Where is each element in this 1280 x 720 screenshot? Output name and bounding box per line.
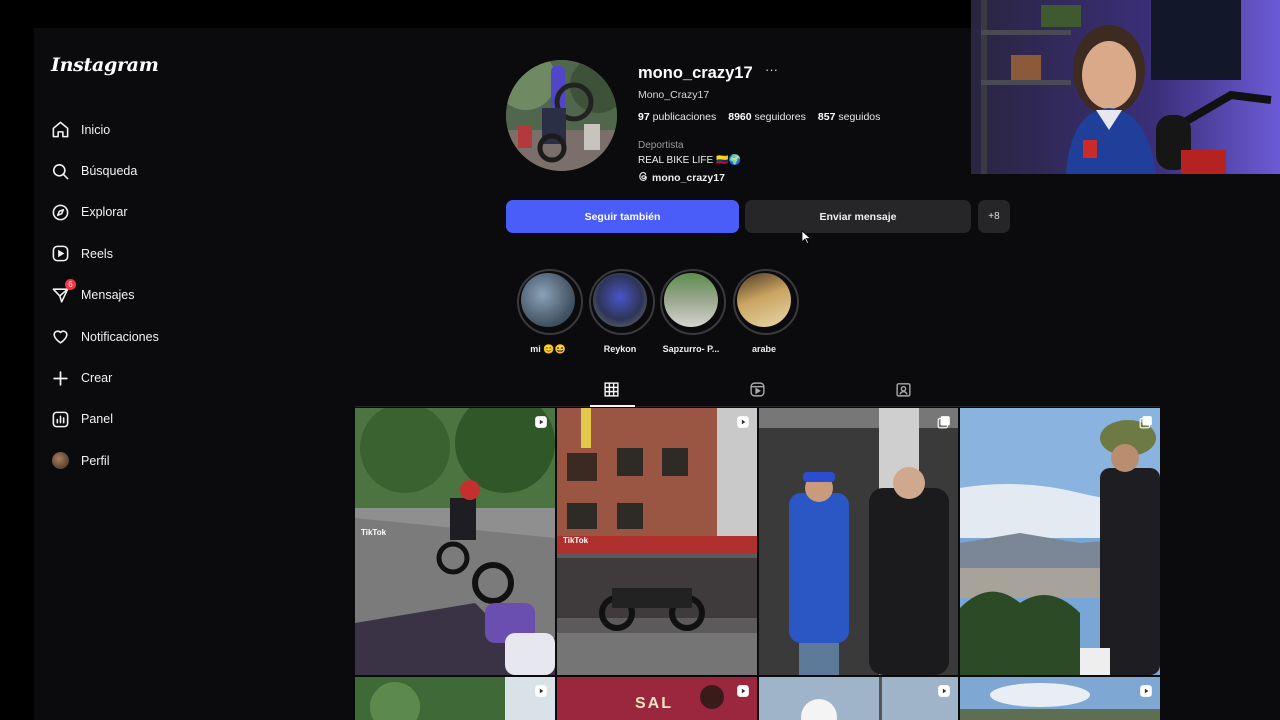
mouse-cursor-icon xyxy=(801,230,812,249)
reel-badge-icon xyxy=(736,684,750,698)
profile-category: Deportista xyxy=(638,140,684,151)
sidebar-item-label: Notificaciones xyxy=(81,329,159,344)
compass-icon xyxy=(50,202,70,222)
dashboard-icon xyxy=(50,409,70,429)
post-thumbnail[interactable]: TikTok xyxy=(355,408,555,675)
post-thumbnail[interactable] xyxy=(759,408,958,675)
following-stat[interactable]: 857 seguidos xyxy=(818,111,880,123)
sidebar-item-label: Inicio xyxy=(81,122,111,137)
highlight-label: mi 😊😆 xyxy=(530,344,566,354)
sidebar-item-label: Reels xyxy=(81,246,113,261)
story-highlight[interactable]: Reykon xyxy=(589,269,655,354)
post-thumbnail[interactable] xyxy=(759,677,958,720)
threads-handle: mono_crazy17 xyxy=(652,172,725,184)
more-options-icon[interactable]: ··· xyxy=(765,62,778,77)
post-overlay-text: TikTok xyxy=(563,536,589,545)
post-thumbnail[interactable] xyxy=(355,677,555,720)
sidebar-item-label: Búsqueda xyxy=(81,164,138,179)
reels-icon xyxy=(50,244,70,264)
profile-username: mono_crazy17 xyxy=(638,64,753,82)
sidebar-item-label: Perfil xyxy=(81,453,110,468)
threads-icon xyxy=(638,171,649,185)
instagram-logo[interactable]: Instagram xyxy=(51,54,159,76)
posts-grid: TikTok TikTok SAL xyxy=(355,408,1160,720)
story-highlight[interactable]: mi 😊😆 xyxy=(517,269,583,355)
active-tab-indicator xyxy=(590,405,635,407)
post-thumbnail[interactable] xyxy=(960,408,1160,675)
tab-posts[interactable] xyxy=(603,381,621,399)
grid-icon xyxy=(603,382,620,402)
sidebar-item-crear[interactable]: Crear xyxy=(50,357,240,398)
carousel-badge-icon xyxy=(937,415,951,429)
sidebar-item-inicio[interactable]: Inicio xyxy=(50,109,240,150)
sidebar-item-label: Explorar xyxy=(81,205,128,220)
reel-badge-icon xyxy=(937,684,951,698)
home-icon xyxy=(50,120,70,140)
highlight-label: Sapzurro- P... xyxy=(662,344,720,354)
sidebar-item-reels[interactable]: Reels xyxy=(50,233,240,274)
sidebar-item-explorar[interactable]: Explorar xyxy=(50,192,240,233)
sidebar-item-panel[interactable]: Panel xyxy=(50,399,240,440)
post-thumbnail[interactable] xyxy=(960,677,1160,720)
tagged-icon xyxy=(895,383,912,402)
heart-icon xyxy=(50,327,70,347)
profile-bio: REAL BIKE LIFE 🇨🇴🌍 xyxy=(638,155,741,166)
tab-reels[interactable] xyxy=(749,381,767,399)
sidebar-item-label: Panel xyxy=(81,412,113,427)
highlight-label: Reykon xyxy=(603,344,637,354)
reel-badge-icon xyxy=(736,415,750,429)
sidebar-item-label: Crear xyxy=(81,371,113,386)
add-user-icon: +8 xyxy=(988,211,1000,222)
send-message-button[interactable]: Enviar mensaje xyxy=(745,200,971,233)
follow-back-button[interactable]: Seguir también xyxy=(506,200,739,233)
profile-full-name: Mono_Crazy17 xyxy=(638,89,710,101)
story-highlight[interactable]: Sapzurro- P... xyxy=(660,269,726,354)
followers-stat[interactable]: 8960 seguidores xyxy=(728,111,806,123)
tabs-divider xyxy=(355,406,1160,407)
sidebar-item-mensajes[interactable]: 6 Mensajes xyxy=(50,275,240,316)
highlight-label: arabe xyxy=(751,344,777,354)
notification-badge: 6 xyxy=(65,279,76,291)
reels-icon xyxy=(749,382,766,402)
post-thumbnail[interactable]: TikTok xyxy=(557,408,757,675)
avatar-icon xyxy=(50,451,70,471)
reel-badge-icon xyxy=(1139,684,1153,698)
sidebar-item-notificaciones[interactable]: Notificaciones xyxy=(50,316,240,357)
post-overlay-text: SAL xyxy=(635,695,673,712)
webcam-overlay xyxy=(971,0,1280,174)
posts-stat: 97 publicaciones xyxy=(638,111,717,123)
sidebar-nav: Inicio Búsqueda Explorar Reels 6 Mensaje… xyxy=(50,109,240,482)
story-highlight[interactable]: arabe xyxy=(733,269,799,354)
tab-tagged[interactable] xyxy=(895,381,913,399)
sidebar-item-label: Mensajes xyxy=(81,288,135,303)
post-overlay-text: TikTok xyxy=(361,528,387,537)
reel-badge-icon xyxy=(534,415,548,429)
threads-link[interactable]: mono_crazy17 xyxy=(638,171,725,185)
sidebar-item-busqueda[interactable]: Búsqueda xyxy=(50,150,240,191)
post-thumbnail[interactable]: SAL xyxy=(557,677,757,720)
profile-stats: 97 publicaciones 8960 seguidores 857 seg… xyxy=(638,111,880,123)
sidebar-item-perfil[interactable]: Perfil xyxy=(50,440,240,481)
reel-badge-icon xyxy=(534,684,548,698)
suggested-users-button[interactable]: +8 xyxy=(978,200,1010,233)
carousel-badge-icon xyxy=(1139,415,1153,429)
messenger-icon: 6 xyxy=(50,279,76,305)
plus-icon xyxy=(50,368,70,388)
left-gutter xyxy=(0,28,34,720)
profile-avatar[interactable] xyxy=(506,60,617,171)
search-icon xyxy=(50,161,70,181)
